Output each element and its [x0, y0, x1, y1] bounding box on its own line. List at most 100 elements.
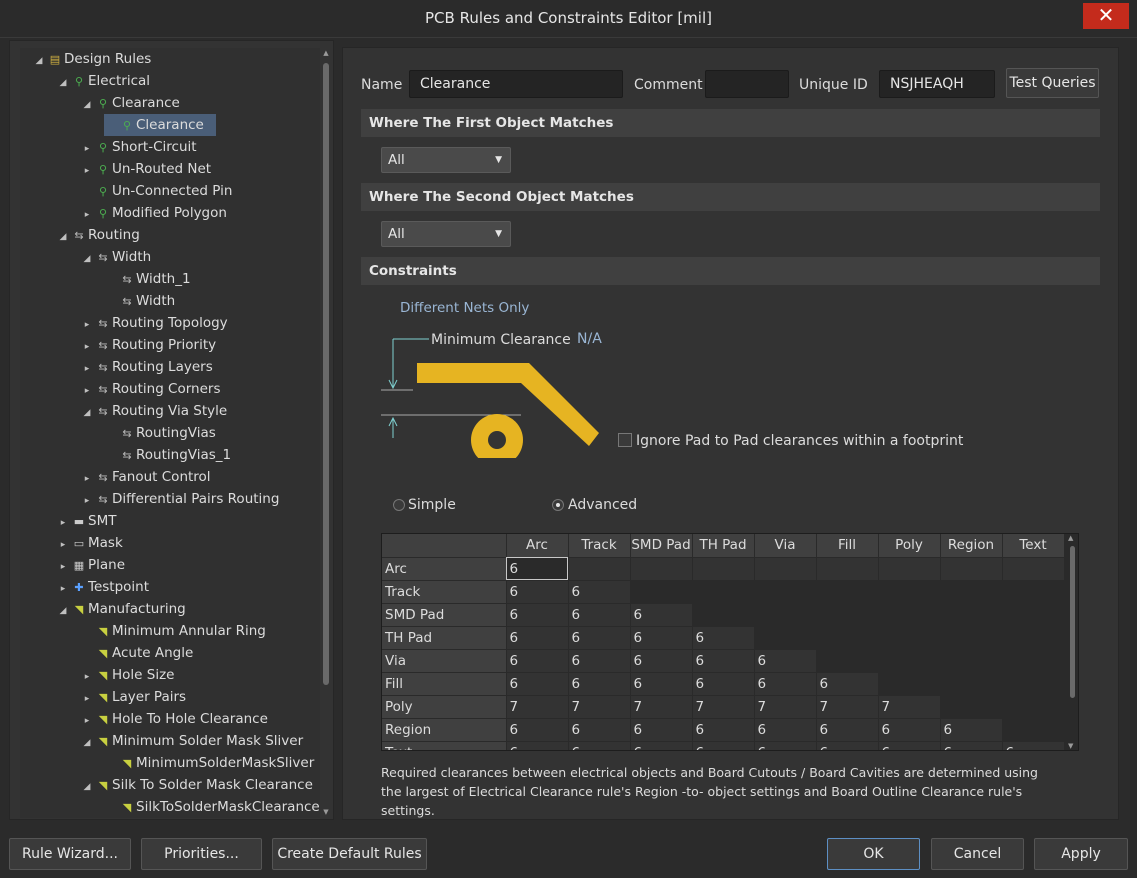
matrix-cell[interactable]: 6 [630, 741, 693, 750]
expanded-arrow-icon[interactable]: ◢ [56, 226, 70, 248]
simple-radio[interactable] [393, 499, 405, 511]
matrix-cell[interactable]: 6 [568, 741, 631, 750]
cancel-button[interactable]: Cancel [931, 838, 1024, 870]
matrix-cell[interactable]: 6 [630, 718, 693, 742]
tree-item[interactable]: ▸ ⇆ Routing Priority [80, 334, 216, 356]
tree-item[interactable]: ◢ ⚲ Clearance [80, 92, 180, 114]
advanced-radio[interactable] [552, 499, 564, 511]
tree-item[interactable]: ◢ ⇆ Routing Via Style [80, 400, 228, 424]
matrix-cell[interactable]: 6 [754, 649, 817, 673]
tree-item[interactable]: ▸ ⇆ Routing Topology [80, 312, 228, 334]
matrix-cell[interactable]: 6 [754, 718, 817, 742]
tree-item[interactable]: ▸ ⇆ Routing Layers [80, 356, 213, 378]
expanded-arrow-icon[interactable]: ◢ [80, 94, 94, 116]
tree-item[interactable]: ◢ ⇆ Width [80, 246, 152, 270]
tree-item[interactable]: ◢ ▤ Design Rules [32, 48, 152, 72]
expanded-arrow-icon[interactable]: ◢ [56, 72, 70, 94]
expanded-arrow-icon[interactable]: ◢ [56, 600, 70, 622]
matrix-cell[interactable]: 6 [754, 672, 817, 696]
tree-item[interactable]: ⇆ RoutingVias [104, 422, 215, 444]
matrix-cell[interactable]: 6 [630, 672, 693, 696]
matrix-cell[interactable]: 6 [568, 580, 631, 604]
matrix-cell[interactable]: 6 [692, 741, 755, 750]
matrix-cell[interactable]: 6 [1002, 741, 1065, 750]
tree-item[interactable]: ⚲ Un-Connected Pin [80, 180, 232, 202]
collapsed-arrow-icon[interactable]: ▸ [80, 358, 94, 380]
unique-id-field[interactable]: NSJHEAQH [879, 70, 995, 98]
create-default-rules-button[interactable]: Create Default Rules [272, 838, 427, 870]
expanded-arrow-icon[interactable]: ◢ [80, 402, 94, 424]
tree-item[interactable]: ▸ ◥ Hole Size [80, 664, 175, 688]
matrix-cell[interactable]: 6 [816, 672, 879, 696]
matrix-cell[interactable]: 6 [506, 649, 569, 673]
tree-item[interactable]: ◥ SilkToSolderMaskClearance [104, 796, 320, 818]
matrix-cell[interactable]: 6 [630, 626, 693, 650]
tree-item[interactable]: ▸ ▦ Plane [56, 554, 125, 576]
tree-item[interactable]: ⚲ Clearance [104, 114, 216, 136]
tree-item[interactable]: ▸ ⇆ Fanout Control [80, 466, 211, 488]
matrix-cell[interactable]: 6 [940, 741, 1003, 750]
collapsed-arrow-icon[interactable]: ▸ [80, 688, 94, 710]
tree-item[interactable]: ▸ ▬ SMT [56, 510, 117, 534]
matrix-cell[interactable]: 7 [816, 695, 879, 719]
tree-item[interactable]: ▸ ⇆ Differential Pairs Routing [80, 488, 280, 510]
collapsed-arrow-icon[interactable]: ▸ [80, 336, 94, 358]
collapsed-arrow-icon[interactable]: ▸ [80, 138, 94, 160]
collapsed-arrow-icon[interactable]: ▸ [56, 556, 70, 578]
matrix-cell[interactable]: 6 [692, 672, 755, 696]
tree-item[interactable]: ⇆ Width_1 [104, 268, 190, 290]
tree-scrollbar[interactable]: ▲ ▼ [322, 49, 330, 816]
matrix-cell[interactable]: 6 [506, 672, 569, 696]
matrix-cell[interactable]: 6 [568, 718, 631, 742]
matrix-cell[interactable]: 6 [878, 718, 941, 742]
apply-button[interactable]: Apply [1034, 838, 1128, 870]
collapsed-arrow-icon[interactable]: ▸ [56, 534, 70, 556]
matrix-cell[interactable]: 6 [506, 718, 569, 742]
matrix-cell[interactable]: 7 [630, 695, 693, 719]
rule-wizard-button[interactable]: Rule Wizard... [9, 838, 131, 870]
matrix-cell[interactable]: 6 [692, 718, 755, 742]
matrix-scrollbar-thumb[interactable] [1070, 546, 1075, 698]
matrix-cell[interactable]: 6 [816, 741, 879, 750]
close-button[interactable]: ✕ [1083, 3, 1129, 29]
matrix-cell[interactable]: 6 [506, 557, 569, 581]
tree-item[interactable]: ⇆ RoutingVias_1 [104, 444, 231, 466]
tree-item[interactable]: ▸ ✚ Testpoint [56, 576, 149, 598]
rules-tree[interactable]: ◢ ▤ Design Rules ◢ ⚲ Electrical ◢ ⚲ Clearance ⚲ Cl… [20, 48, 320, 818]
ignore-pad-checkbox[interactable] [618, 433, 632, 447]
priorities-button[interactable]: Priorities... [141, 838, 262, 870]
tree-item[interactable]: ◥ Minimum Annular Ring [80, 620, 266, 642]
tree-item[interactable]: ◢ ◥ Silk To Solder Mask Clearance [80, 774, 313, 796]
min-clearance-value[interactable]: N/A [577, 331, 602, 347]
matrix-cell[interactable]: 6 [506, 603, 569, 627]
comment-field[interactable] [705, 70, 789, 98]
scroll-up-icon[interactable]: ▲ [1068, 534, 1073, 542]
ok-button[interactable]: OK [827, 838, 920, 870]
tree-item[interactable]: ◥ Acute Angle [80, 642, 194, 664]
collapsed-arrow-icon[interactable]: ▸ [80, 468, 94, 490]
test-queries-button[interactable]: Test Queries [1006, 68, 1099, 98]
matrix-cell[interactable]: 6 [506, 626, 569, 650]
matrix-cell[interactable]: 6 [816, 718, 879, 742]
expanded-arrow-icon[interactable]: ◢ [80, 248, 94, 270]
tree-item[interactable]: ◢ ◥ Minimum Solder Mask Sliver [80, 730, 304, 754]
collapsed-arrow-icon[interactable]: ▸ [80, 666, 94, 688]
expanded-arrow-icon[interactable]: ◢ [32, 50, 46, 72]
tree-item[interactable]: ▸ ⚲ Un-Routed Net [80, 158, 211, 180]
tree-item[interactable]: ◥ MinimumSolderMaskSliver [104, 752, 315, 774]
collapsed-arrow-icon[interactable]: ▸ [56, 578, 70, 600]
expanded-arrow-icon[interactable]: ◢ [80, 732, 94, 754]
matrix-cell[interactable]: 6 [568, 672, 631, 696]
matrix-cell[interactable]: 6 [878, 741, 941, 750]
matrix-cell[interactable]: 6 [630, 603, 693, 627]
tree-item[interactable]: ▸ ▭ Mask [56, 532, 123, 554]
matrix-cell[interactable]: 6 [692, 626, 755, 650]
tree-item[interactable]: ⇆ Width [104, 290, 175, 312]
first-object-dropdown[interactable]: All ▼ [381, 147, 511, 173]
scroll-down-icon[interactable]: ▼ [322, 808, 330, 816]
tree-item[interactable]: ▸ ⚲ Short-Circuit [80, 136, 197, 158]
matrix-scrollbar[interactable]: ▲ ▼ [1068, 534, 1076, 750]
collapsed-arrow-icon[interactable]: ▸ [56, 512, 70, 534]
tree-item[interactable]: ▸ ⇆ Routing Corners [80, 378, 221, 400]
tree-item[interactable]: ▸ ⚲ Modified Polygon [80, 202, 227, 224]
